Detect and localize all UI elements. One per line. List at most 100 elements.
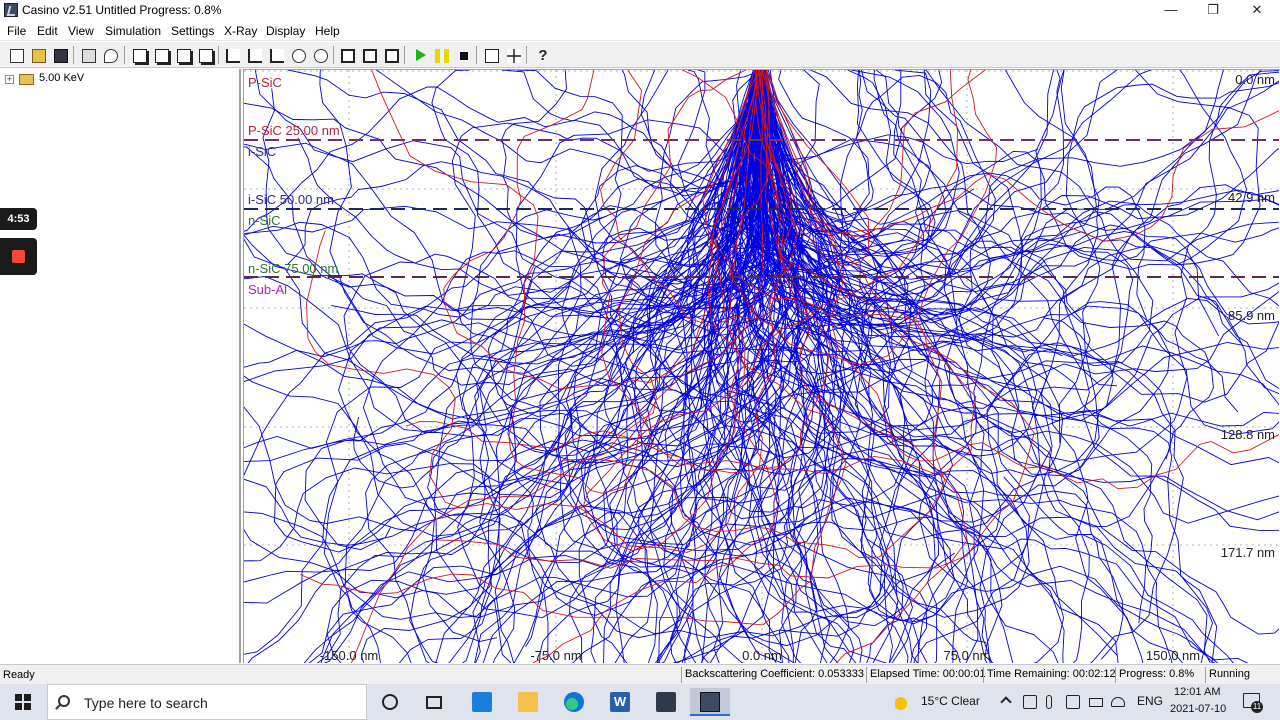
toolbar-separator [476, 46, 477, 64]
display-button[interactable] [337, 45, 357, 65]
circle-button[interactable] [288, 45, 308, 65]
print-preview-button[interactable] [100, 45, 120, 65]
menu-bar: File Edit View Simulation Settings X-Ray… [0, 21, 1280, 41]
edge-app[interactable] [554, 688, 594, 716]
menu-view[interactable]: View [68, 24, 94, 38]
toolbar-separator [404, 46, 405, 64]
stop-button[interactable] [453, 45, 473, 65]
cortana-button[interactable] [370, 688, 410, 716]
trajectory-canvas[interactable]: P-SiC P-SiC 25.00 nm i-SiC i-SiC 50.00 n… [244, 70, 1279, 663]
run-button[interactable] [409, 45, 429, 65]
target-button[interactable] [310, 45, 330, 65]
display-icon [341, 49, 355, 63]
taskbar-search[interactable]: Type here to search [47, 684, 367, 720]
word-app[interactable]: W [600, 688, 640, 716]
x-axis-label: 0.0 nm [742, 648, 782, 663]
copy-button[interactable] [129, 45, 149, 65]
toolbar-separator [526, 46, 527, 64]
status-progress: Progress: 0.8% [1115, 667, 1194, 683]
trajectory-plot[interactable]: P-SiC P-SiC 25.00 nm i-SiC i-SiC 50.00 n… [243, 69, 1280, 663]
electron-trajectories [244, 70, 1279, 663]
weather-icon[interactable] [895, 694, 911, 710]
graph-settings-icon [248, 49, 262, 63]
status-bar: Ready Backscattering Coefficient: 0.0533… [0, 664, 1280, 684]
target-icon [314, 49, 328, 63]
recording-stop-button[interactable] [0, 238, 37, 275]
help-icon: ? [538, 47, 548, 64]
pause-button[interactable] [431, 45, 451, 65]
graph-settings-button[interactable] [244, 45, 264, 65]
new-icon [10, 49, 24, 63]
status-ready: Ready [3, 669, 35, 681]
toolbar: ? [0, 42, 1280, 68]
x-axis-label: 150.0 nm [1146, 648, 1200, 663]
close-button[interactable]: ✕ [1234, 0, 1280, 21]
save-button[interactable] [50, 45, 70, 65]
menu-settings[interactable]: Settings [171, 24, 214, 38]
menu-help[interactable]: Help [315, 24, 340, 38]
toolbar-separator [73, 46, 74, 64]
weather-text[interactable]: 15°C Clear [921, 694, 980, 708]
clock-time[interactable]: 12:01 AM [1174, 686, 1220, 698]
display-3d-button[interactable] [381, 45, 401, 65]
menu-x-ray[interactable]: X-Ray [224, 24, 257, 38]
display-3d-icon [385, 49, 399, 63]
start-button[interactable] [0, 684, 46, 720]
casino-icon [700, 692, 720, 712]
graph-button[interactable] [222, 45, 242, 65]
run-icon [416, 49, 426, 61]
tree-node-energy[interactable]: 5.00 KeV [39, 72, 84, 84]
status-elapsed: Elapsed Time: 00:00:01 [866, 667, 986, 683]
histogram-button[interactable] [266, 45, 286, 65]
simulation-tree: + 5.00 KeV [0, 69, 241, 663]
tree-expand-toggle[interactable]: + [5, 75, 14, 84]
depth-label: 171.7 nm [1221, 545, 1275, 560]
microphone-icon[interactable] [1046, 695, 1052, 709]
search-placeholder: Type here to search [84, 695, 208, 711]
menu-display[interactable]: Display [266, 24, 305, 38]
help-button[interactable]: ? [532, 45, 552, 65]
search-icon [58, 695, 70, 707]
open-button[interactable] [28, 45, 48, 65]
show-hidden-icons-icon[interactable] [1000, 696, 1012, 708]
zoom-fit-button[interactable] [481, 45, 501, 65]
restore-button[interactable]: ❐ [1190, 0, 1236, 21]
clock-date[interactable]: 2021-07-10 [1170, 703, 1226, 715]
electron-trajectory [516, 70, 766, 299]
refresh-button[interactable] [195, 45, 215, 65]
move-button[interactable] [503, 45, 523, 65]
notification-count-badge: 11 [1251, 701, 1263, 713]
mail-app[interactable] [462, 688, 502, 716]
network-icon[interactable] [1111, 697, 1125, 707]
input-language[interactable]: ENG [1137, 694, 1163, 708]
battery-icon[interactable] [1089, 698, 1103, 707]
graph-icon [226, 49, 240, 63]
layer-label-sub-al: Sub-Al [248, 282, 287, 297]
store-app[interactable] [646, 688, 686, 716]
copy-all-button[interactable] [151, 45, 171, 65]
window-title: Casino v2.51 Untitled Progress: 0.8% [22, 3, 222, 17]
menu-file[interactable]: File [7, 24, 26, 38]
file-explorer-app[interactable] [508, 688, 548, 716]
casino-app[interactable] [690, 688, 730, 716]
electron-trajectory [753, 70, 1279, 416]
windows-taskbar: Type here to search W 15°C Clear ENG 12:… [0, 684, 1280, 720]
meet-now-icon[interactable] [1023, 695, 1037, 709]
depth-label: 85.9 nm [1228, 308, 1275, 323]
display-2d-button[interactable] [359, 45, 379, 65]
menu-simulation[interactable]: Simulation [105, 24, 161, 38]
menu-edit[interactable]: Edit [37, 24, 58, 38]
new-button[interactable] [6, 45, 26, 65]
layer-label-n-sic: n-SiC [248, 213, 281, 228]
refresh-icon [199, 49, 213, 63]
electron-trajectory [759, 70, 1219, 663]
edge-icon [564, 692, 584, 712]
x-axis-label: -75.0 nm [530, 648, 581, 663]
power-plug-icon[interactable] [1066, 695, 1080, 709]
print-button[interactable] [78, 45, 98, 65]
task-view-button[interactable] [414, 688, 454, 716]
open-icon [32, 49, 46, 63]
histogram-icon [270, 49, 284, 63]
minimize-button[interactable]: — [1148, 0, 1194, 21]
paste-button[interactable] [173, 45, 193, 65]
